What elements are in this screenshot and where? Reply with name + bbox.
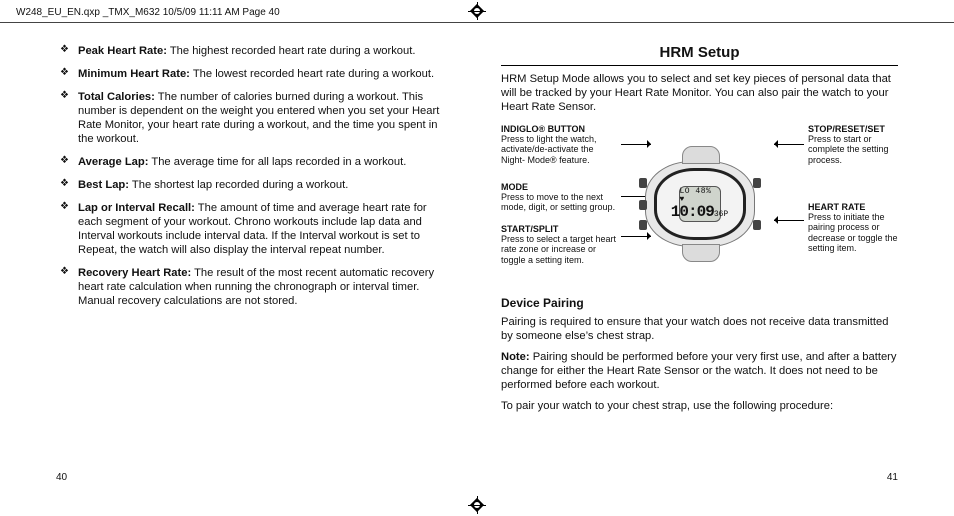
- page-number-left: 40: [56, 472, 67, 485]
- callout-start-split: START/SPLIT Press to select a target hea…: [501, 224, 619, 265]
- paragraph: Pairing is required to ensure that your …: [501, 315, 898, 343]
- definitions-list: Peak Heart Rate: The highest recorded he…: [56, 44, 453, 317]
- callout-cap: START/SPLIT: [501, 224, 619, 234]
- definition-text: The average time for all laps recorded i…: [151, 156, 406, 168]
- file-tag: W248_EU_EN.qxp _TMX_M632 10/5/09 11:11 A…: [16, 7, 280, 20]
- watch-screen: LO 48% ♥ 10:0936P: [679, 186, 721, 222]
- watch-time: 10:09: [671, 203, 714, 221]
- definition-text: The shortest lap recorded during a worko…: [132, 179, 348, 191]
- arrow-icon: [621, 144, 651, 145]
- watch-time-suffix: 36P: [714, 210, 728, 219]
- list-item: Lap or Interval Recall: The amount of ti…: [56, 201, 453, 257]
- callout-cap: HEART RATE: [808, 202, 898, 212]
- arrow-icon: [774, 220, 804, 221]
- callout-body: Press to light the watch, activate/de-ac…: [501, 134, 597, 165]
- callout-cap: INDIGLO® BUTTON: [501, 124, 619, 134]
- callout-cap: MODE: [501, 182, 619, 192]
- page: W248_EU_EN.qxp _TMX_M632 10/5/09 11:11 A…: [0, 0, 954, 516]
- term: Total Calories:: [78, 91, 155, 103]
- arrow-icon: [774, 144, 804, 145]
- callout-body: Press to move to the next mode, digit, o…: [501, 192, 615, 212]
- list-item: Minimum Heart Rate: The lowest recorded …: [56, 67, 453, 81]
- note-label: Note:: [501, 351, 530, 363]
- term: Best Lap:: [78, 179, 129, 191]
- intro-paragraph: HRM Setup Mode allows you to select and …: [501, 72, 898, 114]
- note-paragraph: Note: Pairing should be performed before…: [501, 350, 898, 392]
- callout-heart-rate: HEART RATE Press to initiate the pairing…: [808, 202, 898, 254]
- spread: Peak Heart Rate: The highest recorded he…: [56, 44, 898, 472]
- list-item: Peak Heart Rate: The highest recorded he…: [56, 44, 453, 58]
- paragraph: To pair your watch to your chest strap, …: [501, 399, 898, 413]
- watch-line1: LO 48% ♥: [680, 188, 720, 204]
- page-number-right: 41: [887, 472, 898, 485]
- list-item: Best Lap: The shortest lap recorded duri…: [56, 178, 453, 192]
- definition-text: The lowest recorded heart rate during a …: [193, 68, 434, 80]
- header-rule: [0, 22, 954, 23]
- prepress-header: W248_EU_EN.qxp _TMX_M632 10/5/09 11:11 A…: [16, 4, 280, 22]
- list-item: Recovery Heart Rate: The result of the m…: [56, 266, 453, 308]
- registration-mark-top: [470, 4, 484, 18]
- callout-cap: STOP/RESET/SET: [808, 124, 898, 134]
- list-item: Total Calories: The number of calories b…: [56, 90, 453, 146]
- watch-diagram: INDIGLO® BUTTON Press to light the watch…: [501, 124, 898, 284]
- callout-stop-reset: STOP/RESET/SET Press to start or complet…: [808, 124, 898, 165]
- registration-mark-bottom: [470, 498, 484, 512]
- device-pairing-heading: Device Pairing: [501, 296, 898, 311]
- callout-indiglo: INDIGLO® BUTTON Press to light the watch…: [501, 124, 619, 165]
- term: Lap or Interval Recall:: [78, 202, 195, 214]
- section-title: HRM Setup: [501, 44, 898, 66]
- term: Average Lap:: [78, 156, 148, 168]
- watch-illustration: LO 48% ♥ 10:0936P: [645, 161, 755, 247]
- note-body: Pairing should be performed before your …: [501, 351, 897, 391]
- right-column: HRM Setup HRM Setup Mode allows you to s…: [501, 44, 898, 472]
- left-column: Peak Heart Rate: The highest recorded he…: [56, 44, 453, 472]
- term: Recovery Heart Rate:: [78, 267, 191, 279]
- callout-body: Press to select a target heart rate zone…: [501, 234, 616, 265]
- term: Minimum Heart Rate:: [78, 68, 190, 80]
- callout-mode: MODE Press to move to the next mode, dig…: [501, 182, 619, 213]
- callout-body: Press to start or complete the setting p…: [808, 134, 889, 165]
- callout-body: Press to initiate the pairing process or…: [808, 212, 898, 253]
- definition-text: The highest recorded heart rate during a…: [170, 45, 416, 57]
- term: Peak Heart Rate:: [78, 45, 167, 57]
- list-item: Average Lap: The average time for all la…: [56, 155, 453, 169]
